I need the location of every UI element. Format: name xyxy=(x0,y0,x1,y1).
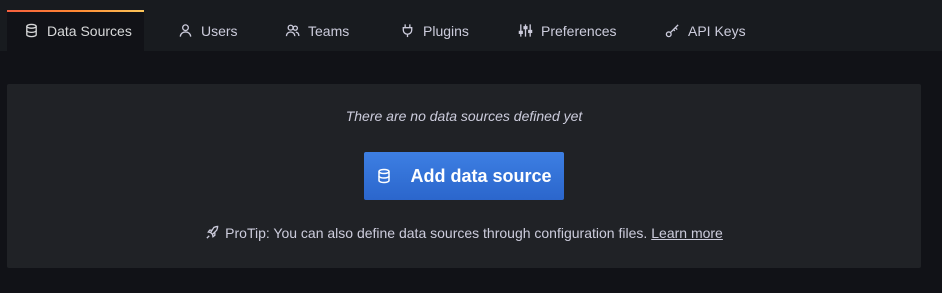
tab-preferences[interactable]: Preferences xyxy=(517,10,616,51)
add-data-source-button[interactable]: Add data source xyxy=(364,152,564,200)
tab-plugins[interactable]: Plugins xyxy=(399,10,469,51)
tab-label: Data Sources xyxy=(47,22,132,39)
database-icon xyxy=(376,168,392,184)
sliders-icon xyxy=(517,23,533,39)
tab-label: API Keys xyxy=(688,22,746,39)
user-icon xyxy=(177,23,193,39)
learn-more-link[interactable]: Learn more xyxy=(651,225,723,241)
empty-state-message: There are no data sources defined yet xyxy=(345,108,583,124)
tab-api-keys[interactable]: API Keys xyxy=(664,10,746,51)
empty-state-panel: There are no data sources defined yet Ad… xyxy=(7,84,921,268)
tab-label: Teams xyxy=(308,22,350,39)
tab-users[interactable]: Users xyxy=(177,10,238,51)
tab-teams[interactable]: Teams xyxy=(284,10,349,51)
rocket-icon xyxy=(205,225,221,241)
add-data-source-label: Add data source xyxy=(410,165,552,186)
tab-data-sources[interactable]: Data Sources xyxy=(7,10,144,51)
tab-label: Users xyxy=(201,22,238,39)
plug-icon xyxy=(399,23,415,39)
key-icon xyxy=(664,23,680,39)
tab-bar: Data Sources Users Teams Plugins Prefere… xyxy=(0,0,942,51)
users-icon xyxy=(284,23,300,39)
tab-label: Preferences xyxy=(541,22,617,39)
protip-text: ProTip: You can also define data sources… xyxy=(225,225,648,241)
database-icon xyxy=(23,23,39,39)
tab-label: Plugins xyxy=(423,22,469,39)
protip: ProTip: You can also define data sources… xyxy=(7,225,921,241)
